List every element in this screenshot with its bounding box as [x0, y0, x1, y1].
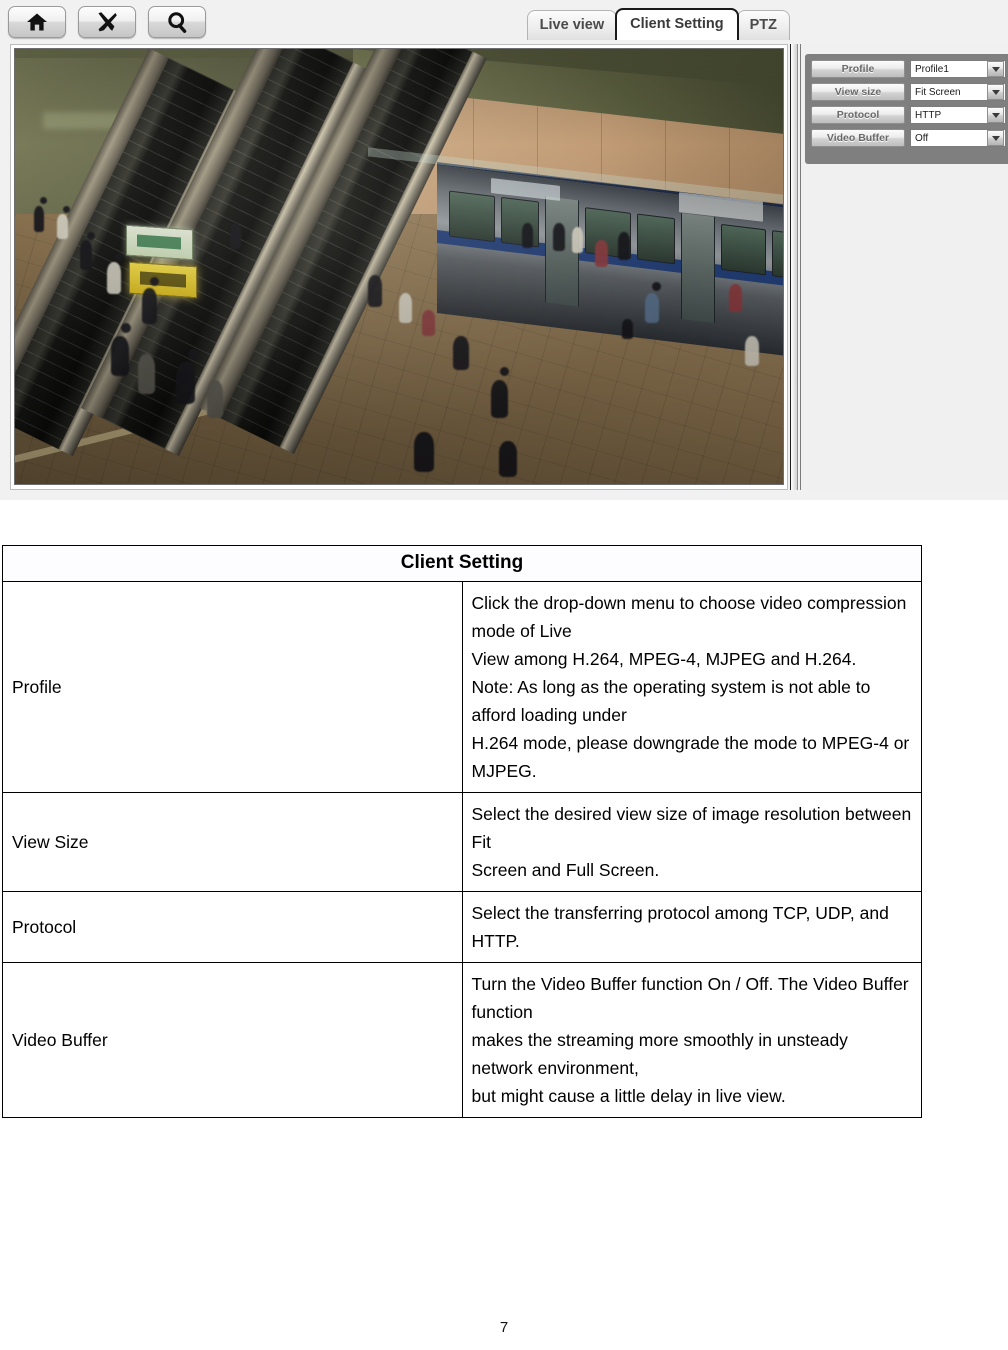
description-line: makes the streaming more smoothly in uns… — [471, 1030, 848, 1078]
setup-button[interactable] — [78, 6, 136, 38]
settings-controls: Profile Profile1 View size Fit Screen Pr… — [805, 54, 1008, 164]
view-size-label: View size — [811, 83, 905, 101]
term-profile: Profile — [2, 581, 463, 793]
view-size-select[interactable]: Fit Screen — [910, 83, 1006, 101]
video-buffer-label: Video Buffer — [811, 129, 905, 147]
description-line: View among H.264, MPEG-4, MJPEG and H.26… — [471, 649, 857, 669]
description-protocol: Select the transferring protocol among T… — [461, 891, 922, 963]
page-number: 7 — [499, 1319, 509, 1336]
protocol-value: HTTP — [915, 109, 942, 121]
protocol-select[interactable]: HTTP — [910, 106, 1006, 124]
client-setting-description-table: Client Setting Profile Click the drop-do… — [2, 545, 922, 1118]
term-video-buffer: Video Buffer — [2, 962, 463, 1118]
home-icon — [26, 12, 48, 32]
description-line: Turn the Video Buffer function On / Off.… — [471, 974, 909, 1022]
tab-live-view[interactable]: Live view — [526, 10, 618, 40]
toolbar — [8, 6, 206, 38]
view-size-value: Fit Screen — [915, 86, 961, 98]
live-video-viewer[interactable] — [10, 44, 788, 490]
table-title: Client Setting — [2, 545, 922, 582]
tab-live-view-label: Live view — [539, 17, 605, 33]
tab-client-setting[interactable]: Client Setting — [615, 8, 739, 40]
table-row: Profile Click the drop-down menu to choo… — [2, 581, 922, 793]
description-line: Screen and Full Screen. — [471, 860, 660, 880]
profile-label: Profile — [811, 60, 905, 78]
tools-icon — [95, 11, 119, 33]
view-tabs: Live view Client Setting PTZ — [526, 8, 790, 40]
table-row: Protocol Select the transferring protoco… — [2, 891, 922, 963]
station-scene-image — [15, 49, 783, 484]
chevron-down-icon[interactable] — [987, 61, 1004, 77]
setting-row-view-size: View size Fit Screen — [811, 83, 1008, 101]
chevron-down-icon[interactable] — [987, 130, 1004, 146]
setting-row-profile: Profile Profile1 — [811, 60, 1008, 78]
camera-web-ui-screenshot: Live view Client Setting PTZ Profile Pro… — [0, 0, 1008, 500]
video-buffer-value: Off — [915, 132, 929, 144]
chevron-down-icon[interactable] — [987, 84, 1004, 100]
tab-ptz-label: PTZ — [749, 17, 777, 33]
video-stage — [14, 48, 784, 485]
setting-row-video-buffer: Video Buffer Off — [811, 129, 1008, 147]
search-button[interactable] — [148, 6, 206, 38]
description-line: but might cause a little delay in live v… — [471, 1086, 786, 1106]
viewer-divider — [790, 44, 798, 490]
description-line: Note: As long as the operating system is… — [471, 677, 871, 725]
home-button[interactable] — [8, 6, 66, 38]
description-line: Click the drop-down menu to choose video… — [471, 593, 907, 641]
description-line: H.264 mode, please downgrade the mode to… — [471, 733, 910, 781]
term-view-size: View Size — [2, 792, 463, 892]
client-settings-panel: Profile Profile1 View size Fit Screen Pr… — [800, 44, 1008, 490]
description-view-size: Select the desired view size of image re… — [461, 792, 922, 892]
description-video-buffer: Turn the Video Buffer function On / Off.… — [461, 962, 922, 1118]
chevron-down-icon[interactable] — [987, 107, 1004, 123]
table-row: View Size Select the desired view size o… — [2, 792, 922, 892]
video-buffer-select[interactable]: Off — [910, 129, 1006, 147]
tab-client-setting-label: Client Setting — [630, 16, 724, 32]
description-line: Select the desired view size of image re… — [471, 804, 912, 852]
description-profile: Click the drop-down menu to choose video… — [461, 581, 922, 793]
search-icon — [166, 11, 188, 33]
description-line: Select the transferring protocol among T… — [471, 903, 889, 951]
setting-row-protocol: Protocol HTTP — [811, 106, 1008, 124]
profile-select[interactable]: Profile1 — [910, 60, 1006, 78]
table-header-row: Client Setting — [2, 545, 922, 582]
tab-ptz[interactable]: PTZ — [736, 10, 790, 40]
term-protocol: Protocol — [2, 891, 463, 963]
profile-value: Profile1 — [915, 63, 949, 75]
protocol-label: Protocol — [811, 106, 905, 124]
table-row: Video Buffer Turn the Video Buffer funct… — [2, 962, 922, 1118]
